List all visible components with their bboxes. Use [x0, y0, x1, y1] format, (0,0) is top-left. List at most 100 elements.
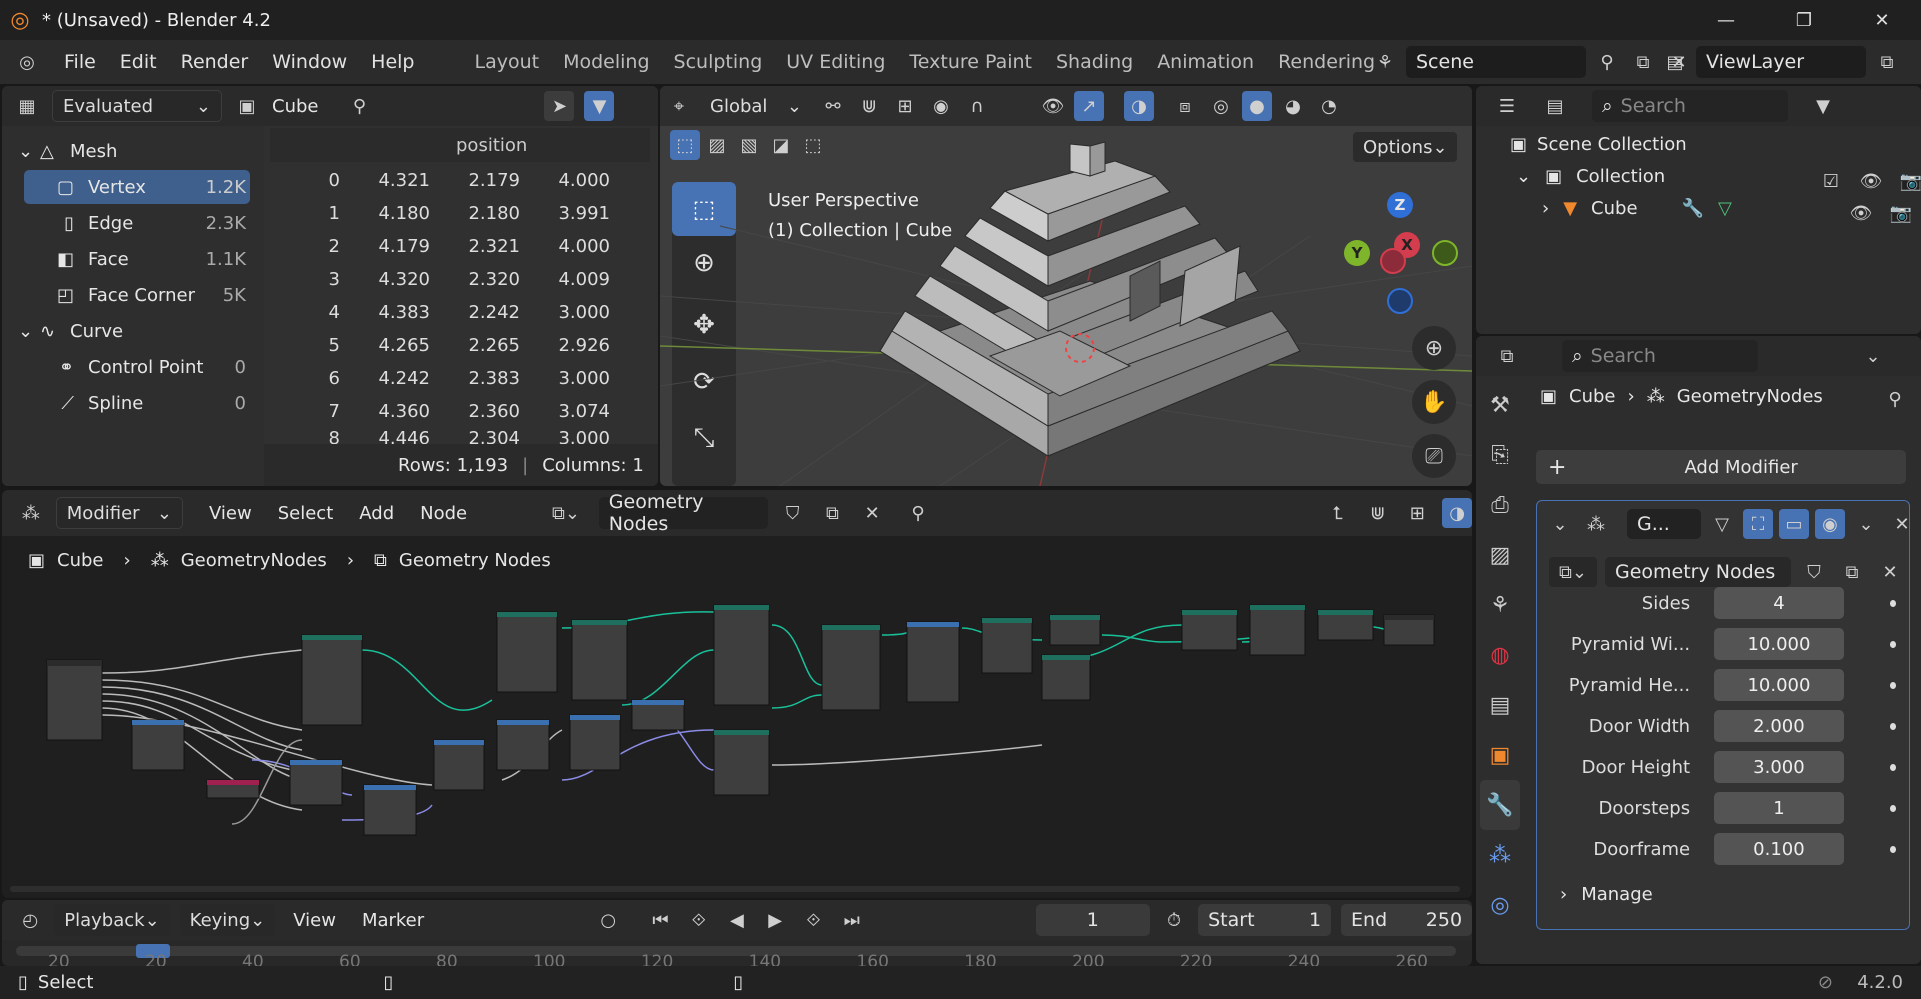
- menu-help[interactable]: Help: [359, 51, 426, 73]
- tree-spline[interactable]: ⟋ Spline 0: [24, 386, 250, 420]
- maximize-button[interactable]: ❐: [1765, 0, 1843, 40]
- pin-icon[interactable]: ⚲: [903, 498, 933, 528]
- solid-shading-icon[interactable]: ●: [1242, 91, 1272, 121]
- display-mode-icon[interactable]: ▤: [1540, 91, 1570, 121]
- new-view-layer-icon[interactable]: ⧉: [1872, 47, 1902, 77]
- editor-type-icon[interactable]: ◴: [16, 905, 44, 935]
- gizmo-negative-z[interactable]: [1387, 288, 1413, 314]
- edit-mode-icon[interactable]: ▽: [1707, 509, 1737, 539]
- navigation-gizmo[interactable]: Z Y X: [1336, 190, 1458, 320]
- start-frame-field[interactable]: Start 1: [1198, 904, 1332, 936]
- filter-icon[interactable]: ▼: [584, 91, 615, 121]
- menu-edit[interactable]: Edit: [108, 51, 169, 73]
- keyframe-dot-icon[interactable]: [1889, 763, 1896, 771]
- parent-tree-icon[interactable]: ⮤: [1323, 498, 1353, 528]
- gizmo-negative-x[interactable]: [1380, 248, 1406, 274]
- gizmo-toggle-icon[interactable]: ↗: [1074, 91, 1104, 121]
- gizmo-y-axis[interactable]: Y: [1344, 240, 1370, 266]
- input-value[interactable]: 3.000: [1714, 751, 1844, 783]
- world-tab-icon[interactable]: ◍: [1480, 630, 1520, 680]
- proportional-edit-icon[interactable]: ◉: [926, 91, 956, 121]
- end-frame-field[interactable]: End 250: [1341, 904, 1472, 936]
- input-value[interactable]: 2.000: [1714, 710, 1844, 742]
- scene-field[interactable]: Scene: [1406, 46, 1586, 78]
- new-scene-icon[interactable]: ⧉: [1628, 47, 1658, 77]
- physics-tab-icon[interactable]: ◎: [1480, 880, 1520, 930]
- duplicate-icon[interactable]: ⧉: [817, 498, 847, 528]
- input-value[interactable]: 4: [1714, 587, 1844, 619]
- evaluation-dropdown[interactable]: Evaluated ⌄: [52, 90, 222, 122]
- options-chevron-icon[interactable]: ⌄: [1858, 341, 1888, 371]
- camera-view-icon[interactable]: ⎚: [1412, 434, 1456, 478]
- playback-dropdown[interactable]: Playback ⌄: [54, 904, 170, 936]
- tab-uv-editing[interactable]: UV Editing: [774, 51, 897, 73]
- play-icon[interactable]: ▶: [761, 905, 789, 935]
- tree-curve[interactable]: ⌄ ∿ Curve: [18, 314, 123, 348]
- keyframe-dot-icon[interactable]: [1889, 681, 1896, 689]
- eye-icon[interactable]: 👁: [1856, 166, 1886, 196]
- node-editor-scrollbar[interactable]: [10, 886, 1460, 892]
- next-keyframe-icon[interactable]: ⟐: [799, 905, 827, 935]
- properties-search-field[interactable]: ⌕ Search: [1562, 340, 1758, 372]
- editor-type-icon[interactable]: ☰: [1492, 91, 1522, 121]
- menu-render[interactable]: Render: [169, 51, 261, 73]
- keyframe-dot-icon[interactable]: [1889, 722, 1896, 730]
- material-shading-icon[interactable]: ◕: [1278, 91, 1308, 121]
- jump-start-icon[interactable]: ⏮: [646, 905, 674, 935]
- current-frame-field[interactable]: 1: [1035, 904, 1150, 936]
- breadcrumb-item[interactable]: GeometryNodes: [181, 550, 327, 571]
- menu-window[interactable]: Window: [260, 51, 359, 73]
- tree-face[interactable]: ◧ Face 1.1K: [24, 242, 250, 276]
- manage-section[interactable]: › Manage: [1560, 884, 1653, 905]
- menu-view[interactable]: View: [209, 503, 252, 524]
- eye-icon[interactable]: 👁: [1846, 198, 1876, 228]
- input-value[interactable]: 1: [1714, 792, 1844, 824]
- play-reverse-icon[interactable]: ◀: [723, 905, 751, 935]
- wireframe-shading-icon[interactable]: ◎: [1206, 91, 1236, 121]
- collapse-icon[interactable]: ⌄: [1545, 509, 1575, 539]
- prev-keyframe-icon[interactable]: ⟐: [685, 905, 713, 935]
- pyramid-model[interactable]: [878, 141, 1302, 457]
- editor-type-icon[interactable]: ⧉: [1492, 341, 1522, 371]
- zoom-icon[interactable]: ⊕: [1412, 326, 1456, 370]
- outliner-collection[interactable]: ⌄ ▣ Collection: [1516, 166, 1665, 187]
- node-mode-dropdown[interactable]: Modifier ⌄: [55, 497, 184, 529]
- scene-icon[interactable]: ⚘: [1370, 47, 1400, 77]
- modifier-name-field[interactable]: G...: [1627, 509, 1701, 539]
- keyframe-dot-icon[interactable]: [1889, 845, 1896, 853]
- pin-icon[interactable]: ⚲: [1880, 384, 1910, 414]
- keyframe-dot-icon[interactable]: [1889, 640, 1896, 648]
- tool-tab-icon[interactable]: ⚒: [1480, 380, 1520, 430]
- gizmo-z-axis[interactable]: Z: [1387, 192, 1413, 218]
- render-tab-icon[interactable]: ⎘: [1480, 430, 1520, 480]
- editor-type-icon[interactable]: ▦: [12, 91, 42, 121]
- snap-icon[interactable]: ⋓: [1363, 498, 1393, 528]
- editor-type-icon[interactable]: ⁂: [16, 498, 46, 528]
- tab-layout[interactable]: Layout: [463, 51, 552, 73]
- select-filter-icon[interactable]: ➤: [544, 91, 575, 121]
- breadcrumb-item[interactable]: Cube: [57, 550, 103, 571]
- tab-texture-paint[interactable]: Texture Paint: [897, 51, 1044, 73]
- tab-modeling[interactable]: Modeling: [551, 51, 661, 73]
- blender-menu-icon[interactable]: ◎: [10, 47, 44, 77]
- snap-icon[interactable]: ⋓: [854, 91, 884, 121]
- scene-tab-icon[interactable]: ⚘: [1480, 580, 1520, 630]
- pan-hand-icon[interactable]: ✋: [1412, 380, 1456, 424]
- dropdown-icon[interactable]: ⌄: [1851, 509, 1881, 539]
- view-layer-tab-icon[interactable]: ▨: [1480, 530, 1520, 580]
- view-layer-icon[interactable]: ▤: [1660, 47, 1690, 77]
- menu-view[interactable]: View: [293, 910, 336, 931]
- render-display-icon[interactable]: ◉: [1815, 509, 1845, 539]
- keyframe-dot-icon[interactable]: [1889, 804, 1896, 812]
- input-value[interactable]: 10.000: [1714, 628, 1844, 660]
- overlay-toggle-icon[interactable]: ◑: [1124, 91, 1154, 121]
- input-value[interactable]: 10.000: [1714, 669, 1844, 701]
- menu-select[interactable]: Select: [278, 503, 334, 524]
- tab-sculpting[interactable]: Sculpting: [662, 51, 775, 73]
- transform-orientation-icon[interactable]: ⌖: [664, 91, 694, 121]
- breadcrumb-item[interactable]: Geometry Nodes: [399, 550, 551, 571]
- object-tab-icon[interactable]: ▣: [1480, 730, 1520, 780]
- view-layer-field[interactable]: ViewLayer: [1696, 46, 1866, 78]
- particles-tab-icon[interactable]: ⁂: [1480, 830, 1520, 880]
- auto-key-icon[interactable]: ○: [594, 905, 622, 935]
